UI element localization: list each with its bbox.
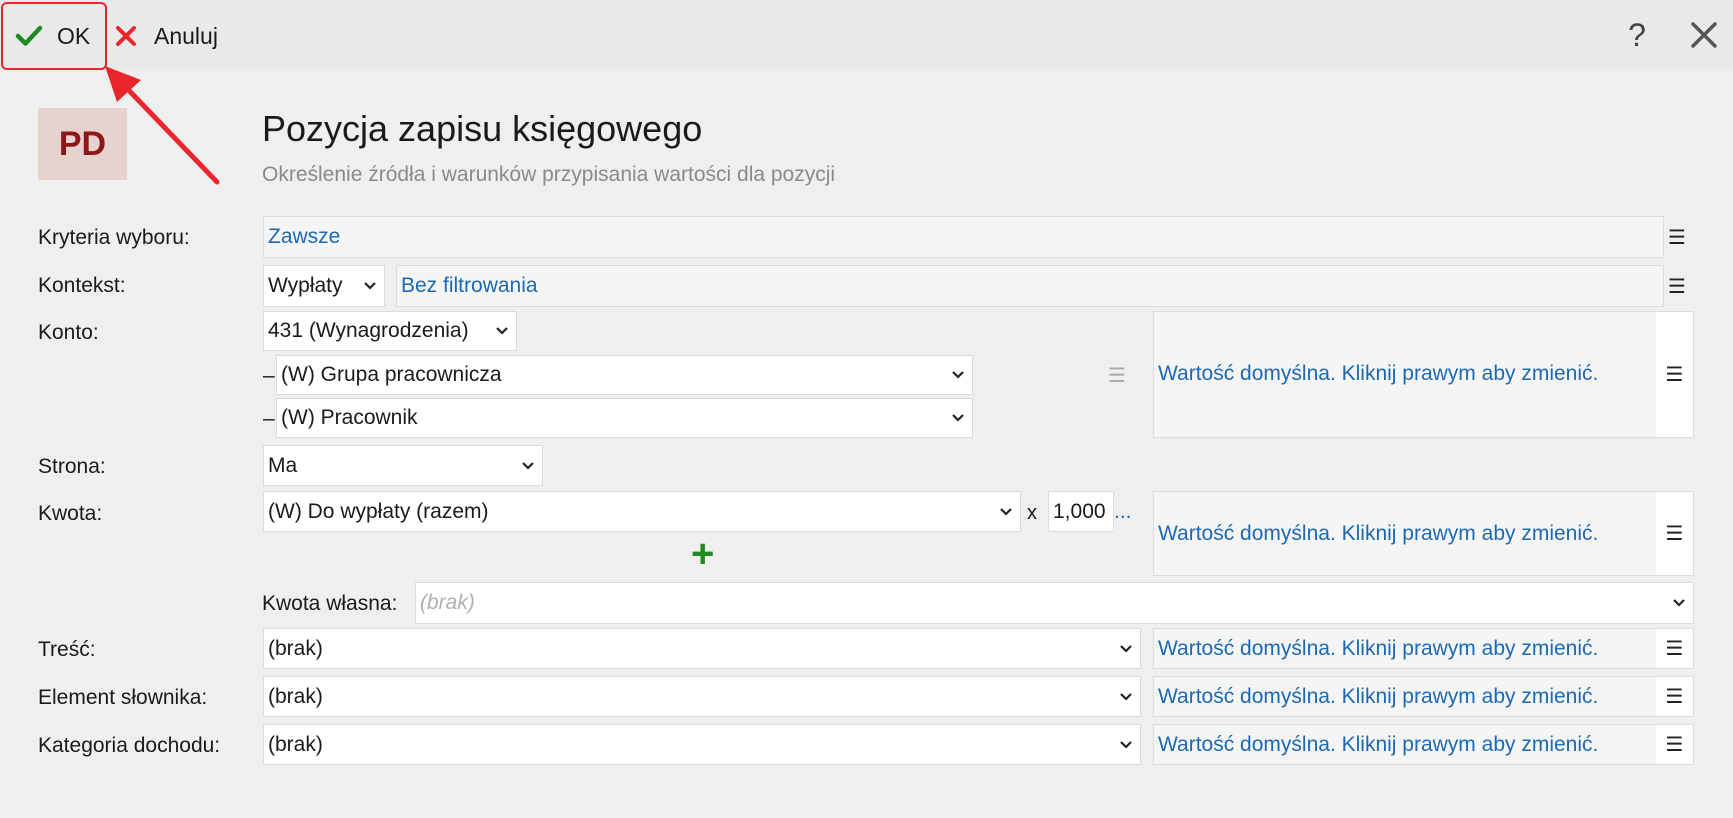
page-title: Pozycja zapisu księgowego: [262, 108, 703, 149]
konto-account-select[interactable]: 431 (Wynagrodzenia): [263, 311, 517, 351]
kwota-multiplier-value: 1,000: [1053, 499, 1106, 523]
cross-icon: [116, 26, 136, 46]
strona-value: Ma: [268, 453, 298, 477]
konto-sub1-dash: –: [263, 364, 275, 387]
ok-button-label: OK: [57, 22, 91, 49]
kwota-value: (W) Do wypłaty (razem): [268, 499, 489, 523]
document-type-logo: PD: [38, 108, 127, 180]
konto-account-value: 431 (Wynagrodzenia): [268, 319, 469, 342]
kwota-label: Kwota:: [38, 502, 103, 525]
checkmark-icon: [15, 25, 43, 46]
konto-grupa-value: (W) Grupa pracownicza: [281, 363, 502, 386]
strona-select[interactable]: Ma: [263, 445, 543, 486]
page-subtitle: Określenie źródła i warunków przypisania…: [262, 163, 836, 186]
tresc-label: Treść:: [38, 638, 96, 661]
kontekst-label: Kontekst:: [38, 274, 126, 297]
kwota-more-button[interactable]: ...: [1114, 500, 1132, 524]
chevron-down-icon: [356, 281, 384, 291]
kryteria-menu-icon[interactable]: ☰: [1660, 216, 1694, 258]
chevron-down-icon: [992, 507, 1020, 517]
konto-sub-menu-icon[interactable]: ☰: [1100, 355, 1134, 395]
chevron-down-icon: [488, 326, 516, 336]
kwota-menu-icon[interactable]: ☰: [1656, 492, 1693, 575]
kategoria-value: (brak): [268, 732, 323, 756]
kontekst-menu-icon[interactable]: ☰: [1660, 265, 1694, 307]
konto-menu-icon[interactable]: ☰: [1656, 312, 1693, 437]
kategoria-label: Kategoria dochodu:: [38, 734, 221, 757]
kwota-times: x: [1027, 502, 1037, 524]
chevron-down-icon: [944, 413, 972, 423]
chevron-down-icon: [1112, 692, 1140, 702]
chevron-down-icon: [1112, 740, 1140, 750]
close-button[interactable]: [1685, 14, 1723, 56]
konto-label: Konto:: [38, 321, 99, 344]
chevron-down-icon: [1112, 644, 1140, 654]
toolbar: [0, 0, 1733, 71]
close-icon: [1691, 22, 1717, 48]
kontekst-filter-field[interactable]: Bez filtrowania: [396, 265, 1664, 307]
kwota-select[interactable]: (W) Do wypłaty (razem): [263, 491, 1021, 532]
kwota-wlasna-select[interactable]: (brak): [415, 582, 1694, 624]
kwota-default-link[interactable]: Wartość domyślna. Kliknij prawym aby zmi…: [1158, 522, 1598, 546]
element-menu-icon[interactable]: ☰: [1656, 677, 1693, 716]
chevron-down-icon: [1665, 598, 1693, 608]
element-default-link[interactable]: Wartość domyślna. Kliknij prawym aby zmi…: [1158, 685, 1598, 709]
konto-default-link[interactable]: Wartość domyślna. Kliknij prawym aby zmi…: [1158, 362, 1598, 386]
konto-sub2-dash: –: [263, 407, 275, 430]
tresc-value: (brak): [268, 636, 323, 660]
konto-pracownik-select[interactable]: (W) Pracownik: [276, 398, 973, 438]
element-value: (brak): [268, 684, 323, 708]
element-label: Element słownika:: [38, 686, 208, 709]
chevron-down-icon: [944, 370, 972, 380]
chevron-down-icon: [514, 461, 542, 471]
kategoria-default-link[interactable]: Wartość domyślna. Kliknij prawym aby zmi…: [1158, 733, 1598, 757]
help-button[interactable]: ?: [1622, 14, 1652, 56]
kontekst-select-value: Wypłaty: [268, 274, 343, 297]
kryteria-label: Kryteria wyboru:: [38, 226, 190, 249]
kontekst-select[interactable]: Wypłaty: [263, 265, 385, 307]
kontekst-filter-value: Bez filtrowania: [401, 274, 538, 297]
kategoria-menu-icon[interactable]: ☰: [1656, 725, 1693, 764]
kategoria-select[interactable]: (brak): [263, 724, 1141, 765]
element-select[interactable]: (brak): [263, 676, 1141, 717]
tresc-menu-icon[interactable]: ☰: [1656, 629, 1693, 668]
kryteria-value: Zawsze: [268, 225, 341, 248]
kwota-wlasna-placeholder: (brak): [420, 591, 475, 614]
ok-button[interactable]: OK: [1, 2, 107, 70]
add-amount-button[interactable]: +: [691, 534, 714, 574]
tresc-default-link[interactable]: Wartość domyślna. Kliknij prawym aby zmi…: [1158, 637, 1598, 661]
cancel-button-label: Anuluj: [154, 22, 218, 49]
konto-pracownik-value: (W) Pracownik: [281, 406, 418, 429]
kwota-multiplier-input[interactable]: 1,000: [1048, 491, 1114, 532]
tresc-select[interactable]: (brak): [263, 628, 1141, 669]
konto-grupa-select[interactable]: (W) Grupa pracownicza: [276, 355, 973, 395]
strona-label: Strona:: [38, 455, 106, 478]
kwota-wlasna-label: Kwota własna:: [262, 592, 398, 615]
kryteria-field[interactable]: Zawsze: [263, 216, 1664, 258]
